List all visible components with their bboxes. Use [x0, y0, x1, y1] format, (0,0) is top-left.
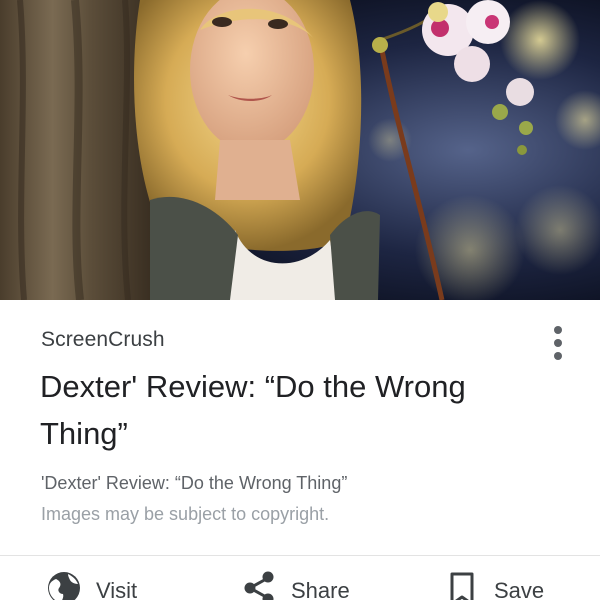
result-image[interactable] [0, 0, 600, 300]
visit-button[interactable]: Visit [46, 570, 137, 600]
bookmark-icon [450, 572, 474, 600]
save-label: Save [494, 578, 545, 600]
image-result-card: ScreenCrush Dexter' Review: “Do the Wron… [0, 0, 600, 600]
action-bar: Visit Share Save [0, 556, 600, 600]
share-icon [244, 571, 274, 600]
share-button[interactable]: Share [241, 570, 350, 600]
save-button[interactable]: Save [444, 570, 544, 600]
result-title[interactable]: Dexter' Review: “Do the Wrong Thing” [40, 363, 530, 457]
more-vert-icon [554, 326, 562, 360]
result-subtitle: 'Dexter' Review: “Do the Wrong Thing” [41, 473, 348, 493]
more-options-button[interactable] [538, 318, 578, 368]
share-label: Share [291, 578, 350, 600]
copyright-notice: Images may be subject to copyright. [41, 504, 330, 524]
visit-label: Visit [96, 578, 138, 600]
result-photo-illustration [0, 0, 600, 300]
source-site-name[interactable]: ScreenCrush [41, 328, 165, 352]
globe-icon [48, 572, 80, 600]
